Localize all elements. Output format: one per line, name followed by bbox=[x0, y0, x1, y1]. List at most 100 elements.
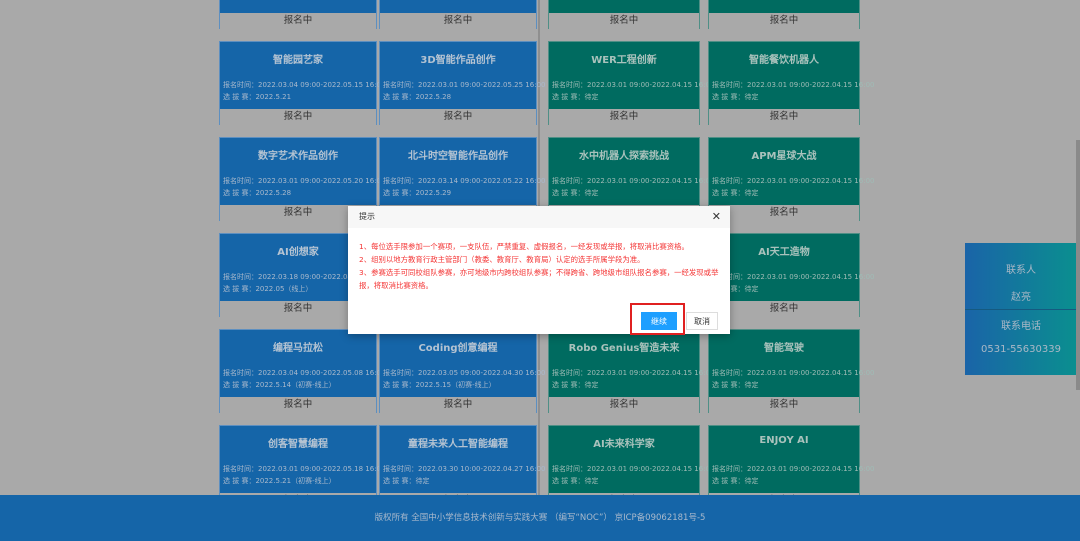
registration-time: 报名时间：2022.03.04 09:00-2022.05.08 16:00 bbox=[223, 369, 386, 377]
card-title: 3D智能作品创作 bbox=[420, 55, 496, 66]
card-body bbox=[380, 0, 536, 13]
selection-date: 选 拔 赛：2022.5.28 bbox=[223, 189, 292, 197]
card-body: 北斗时空智能作品创作报名时间：2022.03.14 09:00-2022.05.… bbox=[380, 138, 545, 205]
dialog-title: 提示 bbox=[359, 212, 375, 221]
continue-button[interactable]: 继续 bbox=[641, 312, 677, 330]
card-title: 北斗时空智能作品创作 bbox=[408, 151, 508, 162]
selection-date: 选 拔 赛：待定 bbox=[712, 381, 759, 389]
selection-date: 选 拔 赛：待定 bbox=[552, 381, 599, 389]
footer-text: 版权所有 全国中小学信息技术创新与实践大赛 （编写“NOC”） 京ICP备090… bbox=[374, 513, 706, 523]
competition-card[interactable]: 报名中 bbox=[219, 0, 377, 29]
status-button[interactable]: 报名中 bbox=[709, 301, 859, 317]
contact-phone: 0531-55630339 bbox=[981, 344, 1061, 355]
status-button[interactable]: 报名中 bbox=[709, 109, 859, 125]
card-title: 智能驾驶 bbox=[764, 343, 804, 354]
status-button[interactable]: 报名中 bbox=[549, 109, 699, 125]
contact-panel: 联系人 赵亮 联系电话 0531-55630339 bbox=[965, 243, 1077, 375]
competition-card[interactable]: 编程马拉松报名时间：2022.03.04 09:00-2022.05.08 16… bbox=[219, 329, 385, 413]
status-button[interactable]: 报名中 bbox=[220, 109, 376, 125]
competition-card[interactable]: 3D智能作品创作报名时间：2022.03.01 09:00-2022.05.25… bbox=[379, 41, 545, 125]
status-button[interactable]: 报名中 bbox=[709, 13, 859, 29]
registration-time: 报名时间：2022.03.14 09:00-2022.05.22 16:00 bbox=[383, 177, 546, 185]
card-body: 智能餐饮机器人 报名时间：2022.03.01 09:00-2022.04.15 … bbox=[709, 42, 874, 109]
card-title: WER工程创新 bbox=[591, 55, 657, 66]
registration-time: 报名时间：2022.03.01 09:00-2022.04.15 16:00 bbox=[552, 81, 715, 89]
registration-time: 报名时间：2022.03.18 09:00-2022.04.30 bbox=[223, 273, 364, 281]
notice-line: 1、每位选手限参加一个赛项，一支队伍，严禁重复、虚假报名，一经发现或举报，将取消… bbox=[359, 242, 689, 251]
card-body bbox=[220, 0, 376, 13]
competition-card[interactable]: Coding创意编程 报名时间：2022.03.05 09:00-2022.04.… bbox=[379, 329, 545, 413]
contact-divider bbox=[965, 309, 1077, 310]
card-body: AI未来科学家报名时间：2022.03.01 09:00-2022.04.15 … bbox=[549, 426, 714, 493]
competition-card[interactable]: WER工程创新报名时间：2022.03.01 09:00-2022.04.15 … bbox=[548, 41, 714, 125]
status-button[interactable]: 报名中 bbox=[709, 205, 859, 221]
dialog-body: 1、每位选手限参加一个赛项，一支队伍，严禁重复、虚假报名，一经发现或举报，将取消… bbox=[348, 228, 730, 292]
scrollbar[interactable] bbox=[1076, 140, 1080, 390]
registration-time: 报名时间：2022.03.01 09:00-2022.04.15 16:00 bbox=[712, 177, 875, 185]
card-body: AI天工造物 报名时间：2022.03.01 09:00-2022.04.15 1… bbox=[709, 234, 874, 301]
status-button[interactable]: 报名中 bbox=[380, 13, 536, 29]
card-body: ENJOY AI 报名时间：2022.03.01 09:00-2022.04.15… bbox=[709, 426, 874, 493]
status-button[interactable]: 报名中 bbox=[709, 397, 859, 413]
notice-line: 2、组别以地方教育行政主管部门（教委、教育厅、教育局）认定的选手所属学段为准。 bbox=[359, 255, 645, 264]
registration-time: 报名时间：2022.03.01 09:00-2022.04.15 16:00 bbox=[552, 369, 715, 377]
competition-card[interactable]: 报名中 bbox=[708, 0, 860, 29]
card-title: AI未来科学家 bbox=[593, 439, 655, 450]
phone-label: 联系电话 bbox=[1001, 321, 1041, 332]
registration-time: 报名时间：2022.03.05 09:00-2022.04.30 16:00 bbox=[383, 369, 546, 377]
card-body: 水中机器人探索挑战报名时间：2022.03.01 09:00-2022.04.1… bbox=[549, 138, 714, 205]
selection-date: 选 拔 赛：2022.5.14（初赛-线上） bbox=[223, 381, 336, 389]
card-body: 3D智能作品创作报名时间：2022.03.01 09:00-2022.05.25… bbox=[380, 42, 545, 109]
registration-time: 报名时间：2022.03.01 09:00-2022.05.25 16:00 bbox=[383, 81, 546, 89]
competition-card[interactable]: 报名中 bbox=[548, 0, 700, 29]
card-title: AI天工造物 bbox=[758, 247, 810, 258]
competition-card[interactable]: 智能园艺家 报名时间：2022.03.04 09:00-2022.05.15 16… bbox=[219, 41, 385, 125]
card-title: 水中机器人探索挑战 bbox=[579, 151, 669, 162]
card-title: 创客智慧编程 bbox=[268, 439, 328, 450]
card-title: 智能园艺家 bbox=[273, 55, 323, 66]
selection-date: 选 拔 赛：2022.05（线上） bbox=[223, 285, 313, 293]
selection-date: 选 拔 赛：待定 bbox=[552, 93, 599, 101]
status-button[interactable]: 报名中 bbox=[220, 13, 376, 29]
status-button[interactable]: 报名中 bbox=[220, 397, 376, 413]
competition-card[interactable]: 智能驾驶 报名时间：2022.03.01 09:00-2022.04.15 16:… bbox=[708, 329, 874, 413]
card-title: ENJOY AI bbox=[759, 435, 809, 446]
card-body: WER工程创新报名时间：2022.03.01 09:00-2022.04.15 … bbox=[549, 42, 714, 109]
selection-date: 选 拔 赛：待定 bbox=[712, 189, 759, 197]
dialog-header: 提示 ✕ bbox=[348, 206, 730, 228]
notice-line: 3、参赛选手可同校组队参赛，亦可地级市内跨校组队参赛；不得跨省、跨地级市组队报名… bbox=[359, 268, 719, 290]
competition-card[interactable]: APM星球大战 报名时间：2022.03.01 09:00-2022.04.15 … bbox=[708, 137, 874, 221]
card-body: Robo Genius智造未来报名时间：2022.03.01 09:00-202… bbox=[549, 330, 714, 397]
card-body: 智能园艺家 报名时间：2022.03.04 09:00-2022.05.15 16… bbox=[220, 42, 385, 109]
contact-label: 联系人 bbox=[1006, 265, 1036, 276]
card-title: Robo Genius智造未来 bbox=[568, 343, 680, 354]
status-button[interactable]: 报名中 bbox=[380, 397, 536, 413]
registration-time: 报名时间：2022.03.30 10:00-2022.04.27 16:00 bbox=[383, 465, 546, 473]
competition-card[interactable]: 报名中 bbox=[379, 0, 537, 29]
card-title: 编程马拉松 bbox=[273, 343, 323, 354]
competition-card[interactable]: 智能餐饮机器人 报名时间：2022.03.01 09:00-2022.04.15 … bbox=[708, 41, 874, 125]
cancel-button[interactable]: 取消 bbox=[686, 312, 718, 330]
registration-time: 报名时间：2022.03.01 09:00-2022.04.15 16:00 bbox=[552, 177, 715, 185]
card-title: 数字艺术作品创作 bbox=[258, 151, 338, 162]
card-body: Coding创意编程 报名时间：2022.03.05 09:00-2022.04.… bbox=[380, 330, 545, 397]
selection-date: 选 拔 赛：待定 bbox=[552, 189, 599, 197]
close-icon[interactable]: ✕ bbox=[712, 206, 721, 228]
registration-time: 报名时间：2022.03.01 09:00-2022.05.20 16:00 bbox=[223, 177, 386, 185]
status-button[interactable]: 报名中 bbox=[549, 13, 699, 29]
competition-card[interactable]: Robo Genius智造未来报名时间：2022.03.01 09:00-202… bbox=[548, 329, 714, 413]
selection-date: 选 拔 赛：2022.5.29 bbox=[383, 189, 452, 197]
card-body: 创客智慧编程 报名时间：2022.03.01 09:00-2022.05.18 1… bbox=[220, 426, 385, 493]
card-body: 编程马拉松报名时间：2022.03.04 09:00-2022.05.08 16… bbox=[220, 330, 385, 397]
registration-time: 报名时间：2022.03.01 09:00-2022.04.15 16:00 bbox=[552, 465, 715, 473]
selection-date: 选 拔 赛：待定 bbox=[383, 477, 430, 485]
card-body bbox=[709, 0, 859, 13]
status-button[interactable]: 报名中 bbox=[549, 397, 699, 413]
card-body: 童程未来人工智能编程 报名时间：2022.03.30 10:00-2022.04.… bbox=[380, 426, 545, 493]
selection-date: 选 拔 赛：待定 bbox=[552, 477, 599, 485]
status-button[interactable]: 报名中 bbox=[380, 109, 536, 125]
selection-date: 选 拔 赛：待定 bbox=[712, 477, 759, 485]
card-body: APM星球大战 报名时间：2022.03.01 09:00-2022.04.15 … bbox=[709, 138, 874, 205]
notice-dialog: 提示 ✕ 1、每位选手限参加一个赛项，一支队伍，严禁重复、虚假报名，一经发现或举… bbox=[348, 206, 730, 335]
competition-card[interactable]: AI天工造物 报名时间：2022.03.01 09:00-2022.04.15 1… bbox=[708, 233, 874, 317]
